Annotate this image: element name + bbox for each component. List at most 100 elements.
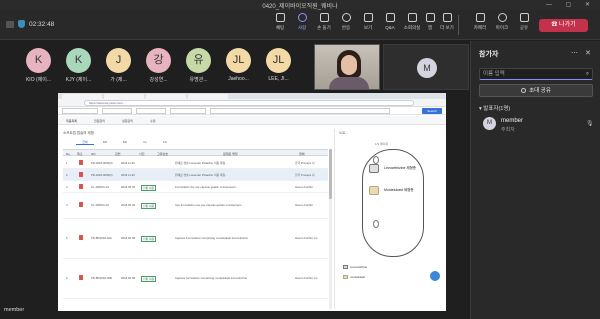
chat-button[interactable]: 채팅 [270,13,290,31]
row-vendor: Hetero Fortifor Co. [295,276,319,280]
row-desc: Capsule formulation comprising monteluka… [175,276,247,280]
filter-tab[interactable]: CL [136,140,154,144]
row-date: 2018.05.02 [121,203,135,207]
participant-name: KIO (제이... [25,77,52,83]
search-icon: ⌕ [585,71,589,77]
layer-label: Levocetirizine 제형층 [384,166,417,170]
chat-icon [275,13,285,22]
nav-item[interactable]: 실험관리 [122,119,133,123]
filter-tab[interactable]: BD [116,140,134,144]
mic-button[interactable]: 마이크 [492,13,512,31]
avatar: J [106,48,131,73]
mic-muted-icon[interactable]: 🎙 [586,120,594,127]
breakout-rooms-button[interactable]: 소회의실 [402,13,422,31]
row-code: PR-2018-0096(2) [91,173,113,177]
row-no: 5 [66,236,68,240]
participant-name: 유명관... [189,77,208,83]
table-row[interactable]: 3 CL-180501-01 2018.05.02 현황 내용 Formulat… [63,181,328,193]
app-search-button[interactable]: Search [422,108,442,114]
app-search[interactable] [210,108,390,114]
url-field[interactable]: https://www.keynote.com/... [84,100,414,106]
teams-meeting-window: 0420_제이바이오직원_웨비나 — ▢ ✕ 02:32:48 채팅 사람 손 … [0,0,600,319]
more-options-icon[interactable]: ⋯ [571,49,578,57]
view-button[interactable]: 보기 [358,13,378,31]
table-row[interactable]: 6 PR-BD2018-02B 2018.06.08 현황 내용 Capsule… [63,259,328,299]
app-select[interactable] [102,108,132,114]
grid-icon[interactable] [6,20,14,28]
qa-button[interactable]: Q&A [380,13,400,30]
participant-tile[interactable]: JL Jaehoo... [222,48,255,82]
camera-button[interactable]: 카메라 [470,13,490,31]
chat-bubble-icon[interactable] [430,271,440,281]
participant-search-input[interactable]: 이름 입력 ⌕ [479,68,593,80]
table-scrollbar[interactable] [329,149,332,309]
table-row[interactable]: 5 PR-BD2018-02A 2018.06.08 현황 내용 Capsule… [63,219,328,259]
legend-swatch [343,275,348,280]
participant-tile[interactable]: JL LEE, JI... [262,48,295,82]
react-button[interactable]: 반응 [336,13,356,31]
app-select[interactable] [62,108,98,114]
panel-header: 노트 [339,131,346,135]
pdf-icon[interactable] [79,235,83,240]
share-invite-button[interactable]: 초대 공유 [479,84,593,97]
participant-tile[interactable]: 유 유명관... [182,48,215,83]
row-vendor: 한국 Procaps 사 [295,173,315,177]
people-button[interactable]: 사람 [292,13,312,31]
app-select[interactable] [136,108,166,114]
participant-name: KJY (제이... [65,77,92,83]
page-indicator: 1/9 페이지 [375,142,389,146]
participant-tile[interactable]: J 가 (제... [102,48,135,83]
window-title: 0420_제이바이오직원_웨비나 [262,4,338,10]
nav-item[interactable]: 수정 [150,119,156,123]
more-button[interactable]: 더 보기 [437,13,457,31]
avatar: JL [266,48,291,73]
row-desc: 원재료 캡슐 Lavender Pistachio 적용 제형... [175,173,228,177]
leave-button[interactable]: ☎ 나가기 [539,19,588,32]
capsule-outline-icon [373,220,379,228]
pdf-icon[interactable] [79,202,83,207]
table-row[interactable]: 1 PR-2018-0096(0) 2018.11.30 원재료 캡슐 Lave… [63,157,328,169]
row-vendor: Hetero Fortifor [295,203,314,207]
participant-name: 가 (제... [110,77,127,83]
column-header: 사진 [139,151,145,156]
row-no: 3 [66,185,68,189]
pdf-icon[interactable] [79,184,83,189]
filter-tab[interactable]: BR [96,140,114,144]
filter-tab[interactable]: 전체 [76,140,94,145]
table-row[interactable]: 4 CL-180501-02 2018.05.02 현황 내용 Use form… [63,193,328,219]
nav-item[interactable]: 전원관리 [94,119,105,123]
column-header: No [66,151,70,156]
browser-address-bar: https://www.keynote.com/... [58,99,446,107]
share-button[interactable]: 공유 [514,13,534,31]
status-badge: 현황 내용 [141,275,157,282]
close-icon[interactable]: ✕ [585,49,591,57]
participant-tile[interactable]: K KJY (제이... [62,48,95,83]
panel-title: 참가자 [479,51,499,58]
nav-item[interactable]: 제품목록 [66,119,77,123]
pdf-icon[interactable] [79,172,83,177]
legend-item: montelukast [343,275,365,280]
shared-screen-content: https://www.keynote.com/... Search 제품목록 … [58,93,446,311]
participant-tile[interactable]: 강 강성연... [142,48,175,83]
table-row[interactable]: 2 PR-2018-0096(2) 2018.11.30 원재료 캡슐 Lave… [63,169,328,181]
presenters-section[interactable]: ▾ 발표자(1명) [479,104,510,112]
row-date: 2018.11.30 [121,173,135,177]
pdf-icon[interactable] [79,275,83,280]
presenter-video[interactable] [314,44,380,90]
shared-screen-area[interactable]: https://www.keynote.com/... Search 제품목록 … [0,93,470,319]
view-grid-icon [363,13,373,22]
participant-tile[interactable]: K KIO (제이... [22,48,55,83]
participant-name: 강성연... [149,77,168,83]
window-controls[interactable]: — ▢ ✕ [546,1,596,8]
participant-role: 주최자 [501,127,515,133]
invite-label: 초대 공유 [529,88,551,94]
title-bar: 0420_제이바이오직원_웨비나 — ▢ ✕ [0,0,600,10]
scroll-thumb[interactable] [329,149,332,199]
app-select[interactable] [170,108,206,114]
pdf-icon[interactable] [79,160,83,165]
participant-name: Jaehoo... [228,76,249,82]
member-tile[interactable]: M [383,44,469,90]
row-desc: Use formulation one use capsule gelatin … [175,203,244,207]
raise-hand-button[interactable]: 손 들기 [314,13,334,31]
filter-tab[interactable]: FG [156,140,174,144]
